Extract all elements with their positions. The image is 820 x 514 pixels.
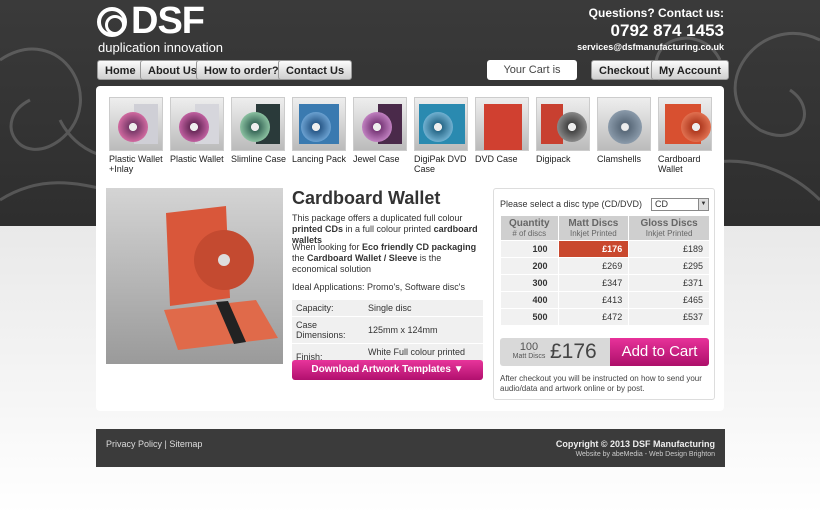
product-label: DigiPak DVD Case: [414, 154, 467, 174]
cardboard-wallet-photo: [164, 206, 278, 350]
gloss-price-cell[interactable]: £371: [629, 275, 709, 291]
sitemap-link[interactable]: Sitemap: [169, 439, 202, 449]
qty-cell: 300: [501, 275, 558, 291]
designer-credit[interactable]: Website by abeMedia - Web Design Brighto…: [576, 451, 715, 458]
spec-key: Case Dimensions:: [292, 316, 364, 344]
product-digipak-dvd-case[interactable]: DigiPak DVD Case: [414, 97, 470, 174]
phone-number[interactable]: 0792 874 1453: [577, 21, 724, 41]
privacy-policy-link[interactable]: Privacy Policy: [106, 439, 162, 449]
checkout-note: After checkout you will be instructed on…: [500, 374, 702, 393]
product-plastic-wallet[interactable]: Plastic Wallet: [170, 97, 226, 164]
chevron-down-icon: ▼: [698, 199, 708, 210]
qty-header: Quantity # of discs: [501, 216, 558, 240]
product-label: DVD Case: [475, 154, 518, 164]
logo-text: DSF: [131, 0, 205, 42]
nav-home-button[interactable]: Home: [97, 60, 144, 80]
product-label: Lancing Pack: [292, 154, 347, 164]
summary-quantity: 100 Matt Discs: [512, 341, 546, 361]
matt-price-cell[interactable]: £413: [558, 292, 629, 308]
digipack-thumbnail: [536, 97, 590, 151]
product-applications: Ideal Applications: Promo's, Software di…: [292, 282, 466, 292]
cart-status[interactable]: Your Cart is empty.: [487, 60, 577, 96]
qty-cell: 400: [501, 292, 558, 308]
disc-type-label: Please select a disc type (CD/DVD): [500, 199, 643, 209]
add-to-cart-button[interactable]: Add to Cart: [610, 338, 709, 366]
price-table: Quantity # of discs Matt Discs Inkjet Prin…: [500, 215, 710, 326]
summary-price: £176: [550, 340, 597, 363]
slimline-case-thumbnail: [231, 97, 285, 151]
digipak-dvd-case-thumbnail: [414, 97, 468, 151]
logo-tagline: duplication innovation: [98, 40, 224, 55]
checkout-button[interactable]: Checkout: [591, 60, 658, 80]
order-box: Please select a disc type (CD/DVD) CD ▼ Q…: [493, 188, 715, 400]
copyright: Copyright © 2013 DSF Manufacturing: [555, 439, 715, 449]
gloss-price-cell[interactable]: £295: [629, 258, 709, 274]
nav-how-to-order-button[interactable]: How to order?: [196, 60, 287, 80]
spec-value: 125mm x 124mm: [364, 316, 483, 344]
product-cardboard-wallet[interactable]: Cardboard Wallet: [658, 97, 714, 174]
gloss-price-cell[interactable]: £465: [629, 292, 709, 308]
spec-value: Single disc: [364, 300, 483, 317]
qty-cell: 500: [501, 309, 558, 325]
product-jewel-case[interactable]: Jewel Case: [353, 97, 409, 164]
contact-info: Questions? Contact us: 0792 874 1453 ser…: [577, 6, 724, 52]
product-label: Plastic Wallet +Inlay: [109, 154, 163, 174]
dvd-case-thumbnail: [475, 97, 529, 151]
plastic-wallet-inlay-thumbnail: [109, 97, 163, 151]
download-templates-button[interactable]: Download Artwork Templates ▼: [292, 360, 483, 380]
product-label: Slimline Case: [231, 154, 287, 164]
matt-price-cell[interactable]: £269: [558, 258, 629, 274]
footer: Privacy Policy | Sitemap Copyright © 201…: [96, 429, 725, 467]
lancing-pack-thumbnail: [292, 97, 346, 151]
qty-cell: 200: [501, 258, 558, 274]
product-eco-text: When looking for Eco friendly CD packagi…: [292, 242, 477, 274]
nav-contact-button[interactable]: Contact Us: [278, 60, 353, 80]
matt-price-cell[interactable]: £347: [558, 275, 629, 291]
product-digipack[interactable]: Digipack: [536, 97, 592, 164]
product-label: Cardboard Wallet: [658, 154, 701, 174]
price-row: 100 £176 £189: [501, 241, 709, 257]
cardboard-wallet-thumbnail: [658, 97, 712, 151]
matt-header: Matt Discs Inkjet Printed: [558, 216, 629, 240]
product-label: Digipack: [536, 154, 571, 164]
contact-label: Questions? Contact us:: [588, 6, 724, 20]
price-row: 400 £413 £465: [501, 292, 709, 308]
my-account-button[interactable]: My Account: [651, 60, 729, 80]
matt-price-cell[interactable]: £176: [558, 241, 629, 257]
disc-type-select[interactable]: CD ▼: [651, 198, 709, 211]
product-label: Clamshells: [597, 154, 642, 164]
product-title: Cardboard Wallet: [292, 188, 441, 208]
spec-key: Capacity:: [292, 300, 364, 317]
footer-links: Privacy Policy | Sitemap: [106, 439, 202, 449]
product-hero-image: [106, 188, 283, 364]
price-row: 200 £269 £295: [501, 258, 709, 274]
product-plastic-wallet-inlay[interactable]: Plastic Wallet +Inlay: [109, 97, 165, 174]
qty-cell: 100: [501, 241, 558, 257]
product-label: Plastic Wallet: [170, 154, 224, 164]
plastic-wallet-thumbnail: [170, 97, 224, 151]
matt-price-cell[interactable]: £472: [558, 309, 629, 325]
spec-row: Capacity: Single disc: [292, 300, 483, 317]
product-lancing-pack[interactable]: Lancing Pack: [292, 97, 348, 164]
gloss-price-cell[interactable]: £537: [629, 309, 709, 325]
gloss-price-cell[interactable]: £189: [629, 241, 709, 257]
clamshells-thumbnail: [597, 97, 651, 151]
product-clamshells[interactable]: Clamshells: [597, 97, 653, 164]
disc-logo-icon: [97, 7, 127, 37]
price-row: 500 £472 £537: [501, 309, 709, 325]
product-label: Jewel Case: [353, 154, 400, 164]
price-row: 300 £347 £371: [501, 275, 709, 291]
product-slimline-case[interactable]: Slimline Case: [231, 97, 287, 164]
email-link[interactable]: services@dsfmanufacturing.co.uk: [577, 42, 724, 52]
spec-row: Case Dimensions: 125mm x 124mm: [292, 316, 483, 344]
product-dvd-case[interactable]: DVD Case: [475, 97, 531, 164]
order-summary: 100 Matt Discs £176 Add to Cart: [500, 338, 709, 366]
jewel-case-thumbnail: [353, 97, 407, 151]
gloss-header: Gloss Discs Inkjet Printed: [629, 216, 709, 240]
content-panel: Plastic Wallet +Inlay Plastic Wallet Sli…: [96, 86, 724, 411]
